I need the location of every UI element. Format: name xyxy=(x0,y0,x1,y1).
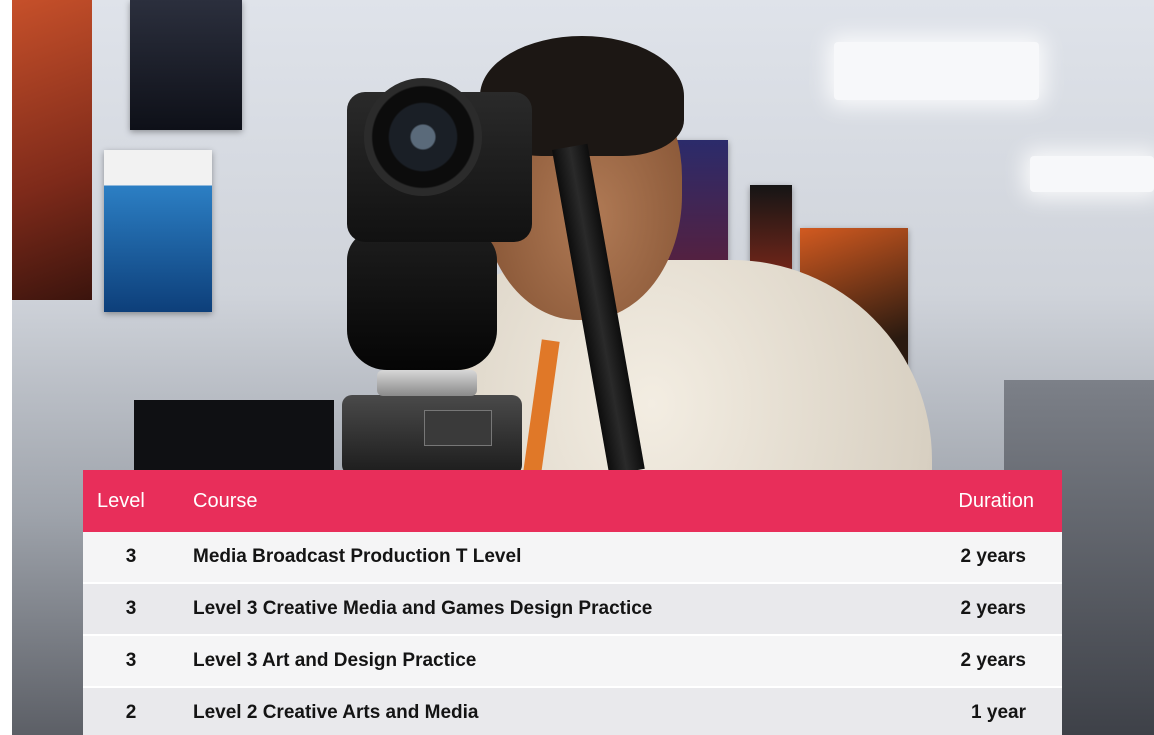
row-level: 3 xyxy=(83,583,179,636)
table-header: Level Course Duration xyxy=(83,470,1062,532)
ceiling-light xyxy=(834,42,1039,100)
header-level: Level xyxy=(83,470,179,532)
course-table: Level Course Duration 3 Media Broadcast … xyxy=(83,470,1062,735)
camera-lens xyxy=(364,78,482,196)
ceiling-light xyxy=(1030,156,1154,192)
table-body: 3 Media Broadcast Production T Level 2 y… xyxy=(83,532,1062,735)
row-course: Level 2 Creative Arts and Media xyxy=(179,687,917,735)
page: Level Course Duration 3 Media Broadcast … xyxy=(0,0,1154,735)
row-duration: 2 years xyxy=(917,635,1062,688)
row-duration: 2 years xyxy=(917,583,1062,636)
row-duration: 2 years xyxy=(917,532,1062,584)
row-level: 3 xyxy=(83,532,179,584)
row-course: Level 3 Creative Media and Games Design … xyxy=(179,583,917,636)
row-level: 3 xyxy=(83,635,179,688)
row-course: Level 3 Art and Design Practice xyxy=(179,635,917,688)
row-duration: 1 year xyxy=(917,687,1062,735)
table-row: 3 Level 3 Creative Media and Games Desig… xyxy=(83,583,1062,636)
poster-top xyxy=(130,0,242,130)
row-level: 2 xyxy=(83,687,179,735)
tripod-head xyxy=(347,230,497,370)
table-row: 3 Media Broadcast Production T Level 2 y… xyxy=(83,532,1062,584)
header-duration: Duration xyxy=(917,470,1062,532)
tripod-label xyxy=(424,410,492,446)
table-row: 3 Level 3 Art and Design Practice 2 year… xyxy=(83,635,1062,688)
header-course: Course xyxy=(179,470,917,532)
table-row: 2 Level 2 Creative Arts and Media 1 year xyxy=(83,687,1062,735)
tripod-plate xyxy=(377,370,477,396)
row-course: Media Broadcast Production T Level xyxy=(179,532,917,584)
table-header-row: Level Course Duration xyxy=(83,470,1062,532)
poster-left-edge xyxy=(12,0,92,300)
poster-jaws xyxy=(104,150,212,312)
